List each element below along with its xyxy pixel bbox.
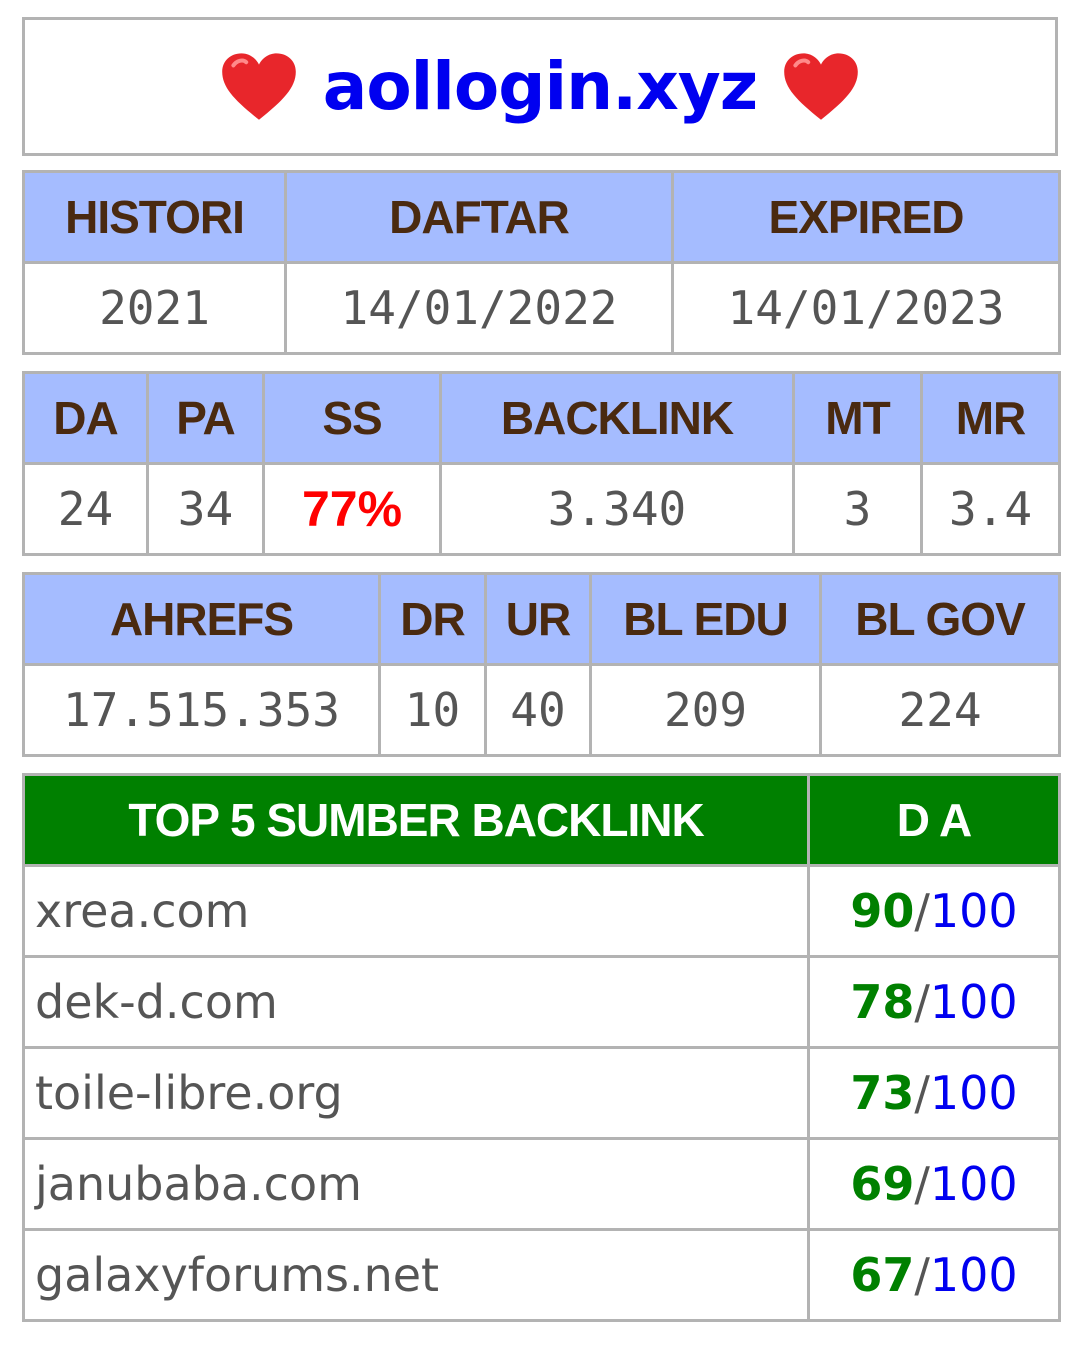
title-box: aollogin.xyz — [22, 17, 1058, 156]
score-max: 100 — [929, 1248, 1018, 1302]
score-separator: / — [914, 884, 930, 938]
ahrefs-table: AHREFS DR UR BL EDU BL GOV 17.515.353 10… — [22, 572, 1061, 757]
backlink-score: 78/100 — [807, 955, 1061, 1049]
header-da-score: D A — [807, 773, 1061, 867]
backlink-site: janubaba.com — [22, 1137, 810, 1231]
header-pa: PA — [146, 371, 265, 465]
score-value: 78 — [850, 975, 915, 1029]
backlink-site: galaxyforums.net — [22, 1228, 810, 1322]
value-ur: 40 — [484, 663, 592, 757]
value-histori: 2021 — [22, 261, 287, 355]
header-dr: DR — [378, 572, 487, 666]
header-bl-gov: BL GOV — [819, 572, 1061, 666]
metrics-table: DA PA SS BACKLINK MT MR 24 34 77% 3.340 … — [22, 371, 1061, 556]
header-expired: EXPIRED — [671, 170, 1061, 264]
value-mr: 3.4 — [920, 462, 1061, 556]
top-backlinks-table: TOP 5 SUMBER BACKLINK D A xrea.com 90/10… — [22, 773, 1061, 1322]
heart-icon — [221, 52, 296, 120]
score-max: 100 — [929, 884, 1018, 938]
score-separator: / — [914, 1066, 930, 1120]
score-max: 100 — [929, 1157, 1018, 1211]
table-row: xrea.com 90/100 — [22, 864, 1061, 958]
header-ur: UR — [484, 572, 592, 666]
table-row: galaxyforums.net 67/100 — [22, 1228, 1061, 1322]
header-ss: SS — [262, 371, 442, 465]
header-bl-edu: BL EDU — [589, 572, 822, 666]
backlink-site: toile-libre.org — [22, 1046, 810, 1140]
score-separator: / — [914, 975, 930, 1029]
value-ahrefs: 17.515.353 — [22, 663, 381, 757]
registration-table: HISTORI DAFTAR EXPIRED 2021 14/01/2022 1… — [22, 170, 1061, 355]
header-mr: MR — [920, 371, 1061, 465]
header-daftar: DAFTAR — [284, 170, 674, 264]
header-ahrefs: AHREFS — [22, 572, 381, 666]
heart-icon — [784, 52, 859, 120]
score-max: 100 — [929, 975, 1018, 1029]
value-bl-edu: 209 — [589, 663, 822, 757]
value-mt: 3 — [792, 462, 923, 556]
score-separator: / — [914, 1157, 930, 1211]
score-separator: / — [914, 1248, 930, 1302]
table-row: janubaba.com 69/100 — [22, 1137, 1061, 1231]
score-value: 73 — [850, 1066, 915, 1120]
header-histori: HISTORI — [22, 170, 287, 264]
value-backlink: 3.340 — [439, 462, 795, 556]
value-pa: 34 — [146, 462, 265, 556]
backlink-site: dek-d.com — [22, 955, 810, 1049]
value-ss: 77% — [262, 462, 442, 556]
header-da: DA — [22, 371, 149, 465]
value-bl-gov: 224 — [819, 663, 1061, 757]
header-mt: MT — [792, 371, 923, 465]
value-daftar: 14/01/2022 — [284, 261, 674, 355]
value-expired: 14/01/2023 — [671, 261, 1061, 355]
backlink-score: 90/100 — [807, 864, 1061, 958]
score-value: 90 — [850, 884, 915, 938]
score-max: 100 — [929, 1066, 1018, 1120]
score-value: 69 — [850, 1157, 915, 1211]
backlink-site: xrea.com — [22, 864, 810, 958]
header-top-sources: TOP 5 SUMBER BACKLINK — [22, 773, 810, 867]
table-row: dek-d.com 78/100 — [22, 955, 1061, 1049]
backlink-score: 67/100 — [807, 1228, 1061, 1322]
page-title: aollogin.xyz — [322, 48, 758, 125]
header-backlink: BACKLINK — [439, 371, 795, 465]
backlink-score: 73/100 — [807, 1046, 1061, 1140]
backlink-score: 69/100 — [807, 1137, 1061, 1231]
value-dr: 10 — [378, 663, 487, 757]
table-row: toile-libre.org 73/100 — [22, 1046, 1061, 1140]
value-da: 24 — [22, 462, 149, 556]
score-value: 67 — [850, 1248, 915, 1302]
